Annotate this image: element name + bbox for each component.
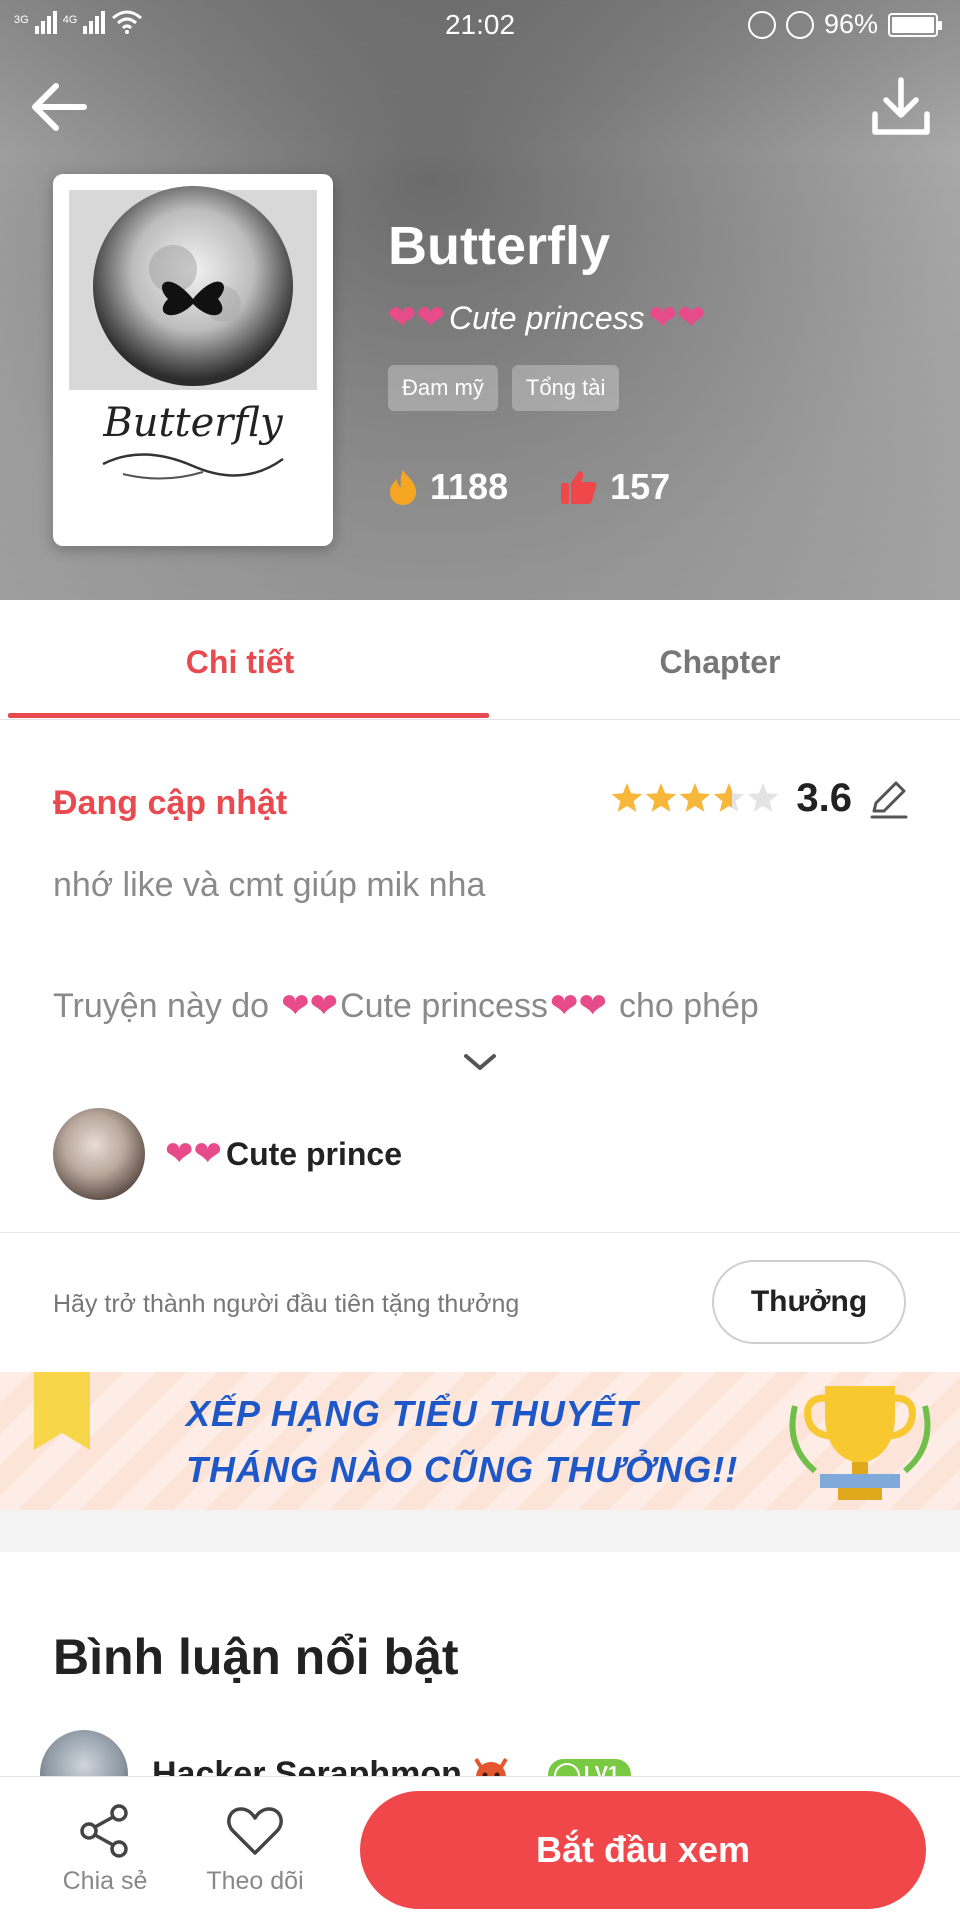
bottom-action-bar: Chia sẻ Theo dõi Bắt đầu xem [0, 1776, 960, 1920]
rating-stars [612, 782, 779, 812]
star-icon [748, 782, 779, 812]
uploader[interactable]: ❤❤ Cute prince [53, 1108, 402, 1200]
likes-stat: 157 [560, 466, 670, 508]
heart-icon: ❤❤ [281, 987, 339, 1025]
description-line-1: nhớ like và cmt giúp mik nha [53, 866, 486, 904]
follow-button[interactable]: Theo dõi [195, 1801, 315, 1896]
back-arrow-icon[interactable] [26, 74, 92, 140]
divider [0, 1232, 960, 1233]
book-title: Butterfly [388, 216, 611, 276]
star-icon [714, 782, 745, 812]
uploader-name: Cute prince [225, 1135, 403, 1172]
status-bar: 3G 4G 21:02 96% [0, 0, 960, 50]
genre-tags: Đam mỹ Tổng tài [388, 365, 620, 411]
book-header: 3G 4G 21:02 96% Butterfly Butterfly ❤❤ C… [0, 0, 960, 600]
battery-percent: 96% [823, 9, 878, 39]
share-label: Chia sẻ [62, 1867, 148, 1895]
svg-text:Butterfly: Butterfly [102, 400, 284, 446]
star-icon [646, 782, 677, 812]
banner-line-1: XẾP HẠNG TIỂU THUYẾT [186, 1393, 639, 1434]
cover-image: Butterfly [69, 186, 317, 480]
lock-rotation-icon [747, 10, 776, 39]
trophy-icon [789, 1386, 931, 1500]
heart-icon: ❤❤ [648, 299, 706, 337]
tab-bar: Chi tiết Chapter [0, 600, 960, 720]
ranking-banner[interactable]: XẾP HẠNG TIỂU THUYẾT THÁNG NÀO CŨNG THƯỞ… [0, 1372, 960, 1510]
rating-value: 3.6 [796, 776, 852, 820]
heart-icon: ❤❤ [388, 299, 445, 337]
desc-name: Cute princess [340, 986, 548, 1025]
edit-icon[interactable] [866, 777, 910, 821]
heart-icon: ❤❤ [549, 987, 607, 1025]
share-icon [80, 1804, 128, 1858]
chevron-down-icon[interactable] [460, 1050, 500, 1074]
thumbs-up-icon [561, 471, 597, 504]
book-author[interactable]: ❤❤ Cute princess ❤❤ [388, 298, 706, 338]
active-tab-indicator [8, 713, 489, 718]
banner-line-2: THÁNG NÀO CŨNG THƯỞNG!! [186, 1449, 739, 1490]
tab-details[interactable]: Chi tiết [0, 600, 480, 720]
tag-tong-tai[interactable]: Tổng tài [511, 365, 620, 411]
book-cover[interactable]: Butterfly [53, 174, 333, 546]
fire-icon [390, 470, 416, 505]
book-stats: 1188 157 [388, 466, 670, 508]
alarm-icon [785, 10, 814, 39]
uploader-avatar[interactable] [53, 1108, 145, 1200]
gift-prompt: Hãy trở thành người đầu tiên tặng thưởng [53, 1290, 520, 1318]
heart-icon: ❤❤ [165, 1135, 222, 1173]
tag-dam-my[interactable]: Đam mỹ [388, 365, 498, 411]
featured-comments-title: Bình luận nổi bật [53, 1629, 459, 1685]
tab-chapter[interactable]: Chapter [480, 600, 960, 720]
start-reading-button[interactable]: Bắt đầu xem [360, 1791, 926, 1909]
download-icon[interactable] [868, 74, 934, 140]
section-gap [0, 1510, 960, 1552]
desc-suffix: cho phép [618, 986, 759, 1025]
star-icon [680, 782, 711, 812]
views-stat: 1188 [388, 466, 508, 508]
gift-button[interactable]: Thưởng [712, 1260, 906, 1344]
update-status: Đang cập nhật [53, 784, 288, 822]
likes-count: 157 [610, 466, 671, 507]
uploader-name-row: ❤❤ Cute prince [165, 1134, 402, 1174]
description-line-2: Truyện này do ❤❤ Cute princess ❤❤ cho ph… [53, 986, 759, 1026]
banner-text: XẾP HẠNG TIỂU THUYẾT THÁNG NÀO CŨNG THƯỞ… [186, 1386, 738, 1498]
heart-outline-icon [227, 1807, 283, 1855]
desc-prefix: Truyện này do [53, 986, 270, 1025]
follow-label: Theo dõi [206, 1867, 304, 1895]
author-name: Cute princess [448, 299, 645, 336]
star-icon [612, 782, 643, 812]
rating: 3.6 [610, 776, 910, 821]
views-count: 1188 [430, 466, 509, 507]
share-button[interactable]: Chia sẻ [45, 1801, 165, 1896]
status-right: 96% [747, 9, 942, 40]
battery-icon [888, 12, 942, 37]
